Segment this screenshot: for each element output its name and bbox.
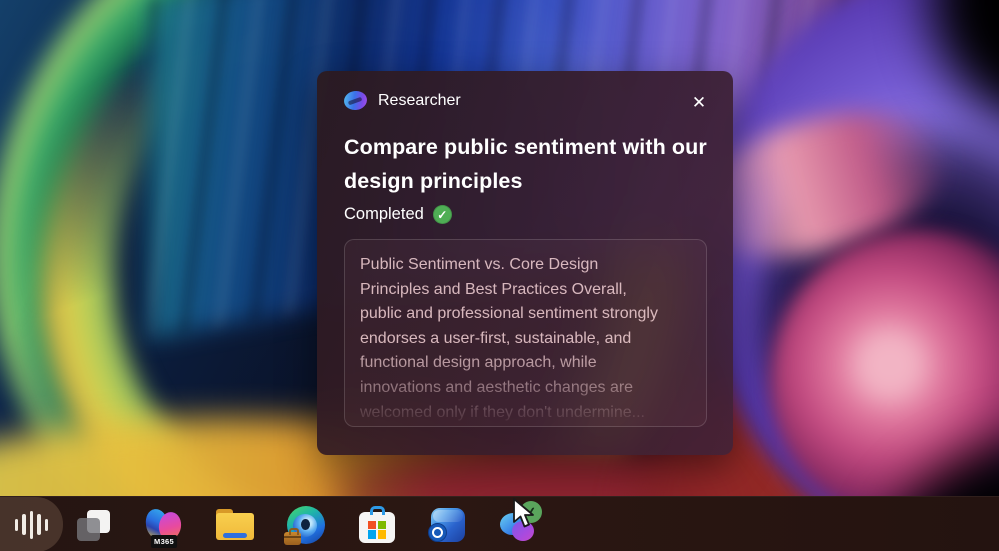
- taskbar: M365 ✓: [0, 496, 999, 551]
- app-name: Researcher: [378, 91, 461, 109]
- status-label: Completed: [344, 205, 424, 223]
- researcher-taskbar-icon: ✓: [500, 500, 542, 543]
- completed-check-icon: ✓: [432, 205, 452, 224]
- close-button[interactable]: ✕: [687, 90, 711, 114]
- close-icon: ✕: [691, 92, 707, 112]
- outlook-o-badge: [428, 522, 447, 542]
- work-briefcase-badge-icon: [284, 527, 301, 545]
- result-preview-text: Public Sentiment vs. Core Design Princip…: [360, 256, 658, 421]
- notification-title: Compare public sentiment with our design…: [344, 135, 707, 193]
- taskbar-task-view-button[interactable]: [73, 505, 113, 545]
- taskbar-researcher-button[interactable]: ✓: [499, 500, 542, 545]
- outlook-icon: [428, 507, 466, 543]
- voice-indicator-button[interactable]: [0, 497, 63, 551]
- waveform-bar: [37, 514, 41, 535]
- taskbar-m365-copilot-button[interactable]: M365: [144, 505, 184, 548]
- folder-file-stripe: [223, 532, 247, 538]
- waveform-icon: [14, 518, 19, 531]
- edge-icon: [284, 505, 325, 545]
- task-view-back-pane: [77, 517, 100, 541]
- researcher-notification-card[interactable]: Researcher ✕ Compare public sentiment wi…: [317, 71, 733, 455]
- desktop: Researcher ✕ Compare public sentiment wi…: [0, 0, 999, 551]
- check-glyph: ✓: [437, 207, 448, 222]
- taskbar-icons: M365 ✓: [73, 497, 542, 551]
- microsoft-logo-icon: [368, 520, 386, 539]
- researcher-icon: [342, 89, 369, 112]
- taskbar-file-explorer-button[interactable]: [215, 505, 255, 545]
- notification-header: Researcher: [342, 89, 707, 112]
- microsoft-store-icon: [359, 505, 395, 544]
- waveform-bar: [44, 518, 49, 531]
- status-row: Completed ✓: [344, 205, 707, 224]
- edge-center: [301, 518, 310, 530]
- file-explorer-icon: [216, 508, 254, 541]
- m365-badge: M365: [151, 534, 177, 548]
- badge-check-glyph: ✓: [524, 502, 538, 521]
- researcher-purple-blob: [512, 520, 534, 541]
- taskbar-edge-button[interactable]: [284, 505, 326, 545]
- taskbar-microsoft-store-button[interactable]: [357, 505, 397, 545]
- taskbar-outlook-button[interactable]: [428, 505, 468, 545]
- result-preview-box: Public Sentiment vs. Core Design Princip…: [344, 239, 707, 427]
- completed-badge-icon: ✓: [520, 500, 542, 523]
- waveform-bar: [29, 510, 34, 539]
- waveform-bar: [22, 514, 26, 535]
- store-handle: [370, 505, 385, 515]
- task-view-icon: [74, 507, 112, 543]
